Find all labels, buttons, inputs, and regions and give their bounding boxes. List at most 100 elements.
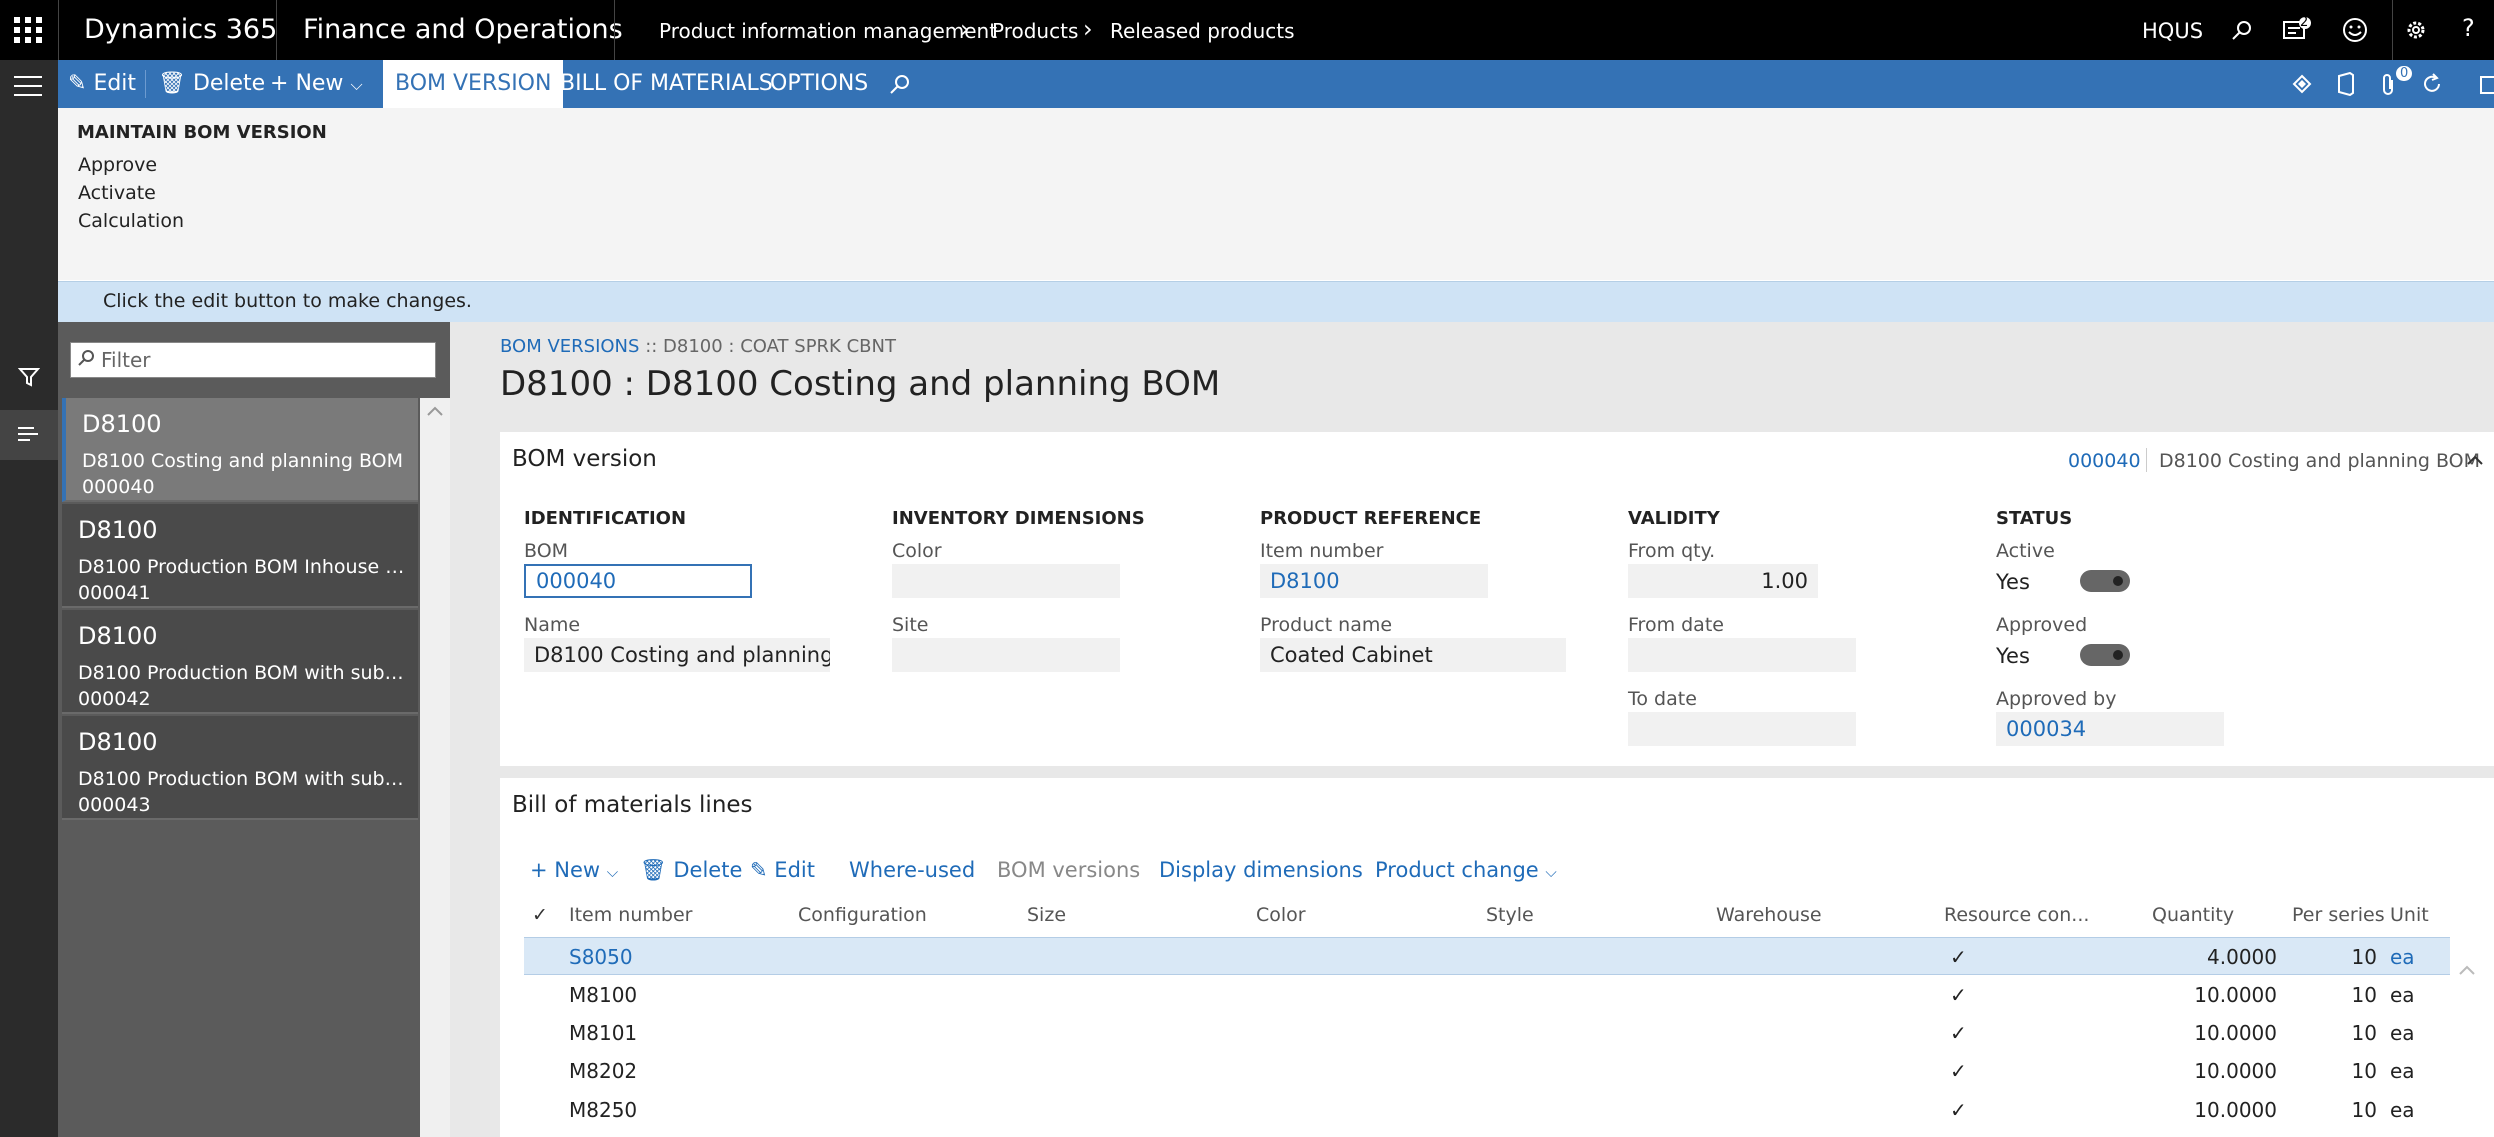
search-icon[interactable] — [888, 72, 912, 96]
to-date-field[interactable] — [1628, 712, 1856, 746]
settings-gear-icon[interactable] — [2404, 18, 2428, 42]
item-number-cell[interactable]: M8202 — [569, 1052, 637, 1090]
chevron-up-icon[interactable] — [427, 406, 443, 416]
unit-cell[interactable]: ea — [2390, 1052, 2415, 1090]
info-message: Click the edit button to make changes. — [103, 290, 472, 312]
product-name[interactable]: Dynamics 365 — [84, 14, 277, 45]
where-used-button[interactable]: Where-used — [849, 858, 975, 882]
delete-line-button[interactable]: 🗑 Delete — [640, 858, 742, 883]
breadcrumb-item[interactable]: Product information management — [659, 19, 997, 43]
approved-by-value[interactable]: 000034 — [2006, 717, 2086, 741]
select-all-checkmark-icon[interactable]: ✓ — [532, 904, 548, 926]
item-number-field[interactable]: D8100 — [1260, 564, 1488, 598]
validity-heading: VALIDITY — [1628, 508, 1720, 529]
product-change-button[interactable]: Product change ⌵ — [1375, 858, 1557, 882]
list-item[interactable]: D8100 D8100 Production BOM with subco...… — [62, 716, 418, 820]
bom-field[interactable]: 000040 — [524, 564, 752, 598]
list-scrollbar[interactable] — [420, 398, 450, 1137]
delete-button[interactable]: 🗑 Delete — [158, 60, 265, 108]
open-in-new-window-icon[interactable] — [2480, 76, 2494, 94]
collapse-chevron-icon[interactable] — [2466, 454, 2484, 466]
calculation-button[interactable]: Calculation — [78, 210, 184, 232]
item-number-cell[interactable]: S8050 — [569, 938, 633, 976]
column-header[interactable]: Resource con... — [1944, 904, 2089, 926]
hamburger-menu-icon[interactable] — [14, 76, 42, 96]
filter-input[interactable]: Filter — [70, 342, 436, 378]
filter-funnel-icon[interactable] — [18, 366, 40, 388]
column-header[interactable]: Configuration — [798, 904, 927, 926]
item-number-cell[interactable]: M8100 — [569, 976, 637, 1014]
list-view-icon[interactable] — [0, 410, 58, 460]
from-qty-field[interactable]: 1.00 — [1628, 564, 1818, 598]
site-field[interactable] — [892, 638, 1120, 672]
bom-versions-button[interactable]: BOM versions — [997, 858, 1140, 882]
activate-button[interactable]: Activate — [78, 182, 156, 204]
list-item[interactable]: D8100 D8100 Costing and planning BOM 000… — [62, 398, 418, 502]
column-header[interactable]: Size — [1027, 904, 1066, 926]
attachments-icon[interactable] — [2380, 72, 2396, 96]
column-header[interactable]: Quantity — [2152, 904, 2234, 926]
help-icon[interactable]: ? — [2462, 14, 2475, 42]
fasttab-header[interactable]: Bill of materials lines — [512, 792, 753, 818]
column-header[interactable]: Style — [1486, 904, 1534, 926]
new-label: New — [295, 71, 344, 96]
fasttab-header[interactable]: BOM version — [512, 446, 657, 472]
column-header[interactable]: Unit — [2390, 904, 2429, 926]
identification-heading: IDENTIFICATION — [524, 508, 687, 529]
company-picker[interactable]: HQUS — [2142, 19, 2203, 43]
approved-by-field[interactable]: 000034 — [1996, 712, 2224, 746]
new-button[interactable]: + New ⌵ — [270, 60, 363, 108]
edit-button[interactable]: ✎ Edit — [68, 60, 136, 108]
tab-label: BILL OF MATERIALS — [560, 71, 773, 96]
tab-bill-of-materials[interactable]: BILL OF MATERIALS — [560, 60, 773, 108]
refresh-icon[interactable] — [2420, 72, 2444, 96]
list-item[interactable]: D8100 D8100 Production BOM Inhouse co...… — [62, 504, 418, 608]
search-icon[interactable] — [2230, 18, 2254, 42]
column-header[interactable]: Color — [1256, 904, 1306, 926]
item-number-cell[interactable]: M8101 — [569, 1014, 637, 1052]
list-item-id: 000043 — [78, 794, 151, 816]
list-item[interactable]: D8100 D8100 Production BOM with subco...… — [62, 610, 418, 714]
color-field[interactable] — [892, 564, 1120, 598]
table-row[interactable]: M8250 ✓ 10.0000 10 ea — [524, 1091, 2450, 1129]
item-number-value[interactable]: D8100 — [1270, 569, 1340, 593]
tab-bom-version[interactable]: BOM VERSION — [383, 60, 564, 108]
office-icon[interactable] — [2336, 72, 2356, 96]
table-row[interactable]: S8050 ✓ 4.0000 10 ea — [524, 937, 2450, 975]
display-dimensions-button[interactable]: Display dimensions — [1159, 858, 1363, 882]
breadcrumb-item[interactable]: Products — [992, 19, 1078, 43]
bom-label: BOM — [524, 540, 569, 562]
item-number-cell[interactable]: M8250 — [569, 1091, 637, 1129]
record-breadcrumb: BOM VERSIONS :: D8100 : COAT SPRK CBNT — [500, 336, 896, 357]
product-name-field[interactable]: Coated Cabinet — [1260, 638, 1566, 672]
column-header[interactable]: Warehouse — [1716, 904, 1822, 926]
app-launcher-icon[interactable] — [14, 17, 42, 43]
active-toggle[interactable] — [2080, 570, 2130, 592]
grid-scroll-up-icon[interactable] — [2458, 964, 2476, 976]
bom-versions-link[interactable]: BOM VERSIONS — [500, 336, 639, 357]
tab-options[interactable]: OPTIONS — [770, 60, 868, 108]
column-header[interactable]: Item number — [569, 904, 692, 926]
module-name[interactable]: Finance and Operations — [303, 14, 623, 45]
from-date-field[interactable] — [1628, 638, 1856, 672]
breadcrumb-item[interactable]: Released products — [1110, 19, 1295, 43]
column-header[interactable]: Per series — [2292, 904, 2385, 926]
approved-toggle[interactable] — [2080, 644, 2130, 666]
new-line-button[interactable]: + New ⌵ — [530, 858, 618, 882]
inventory-dimensions-heading: INVENTORY DIMENSIONS — [892, 508, 1145, 529]
edit-line-button[interactable]: ✎ Edit — [750, 858, 815, 882]
attachment-count: 0 — [2396, 66, 2413, 81]
unit-cell[interactable]: ea — [2390, 976, 2415, 1014]
list-item-description: D8100 Production BOM Inhouse co... — [78, 556, 408, 578]
approve-button[interactable]: Approve — [78, 154, 157, 176]
table-row[interactable]: M8100 ✓ 10.0000 10 ea — [524, 976, 2450, 1014]
table-row[interactable]: M8202 ✓ 10.0000 10 ea — [524, 1052, 2450, 1090]
table-row[interactable]: M8101 ✓ 10.0000 10 ea — [524, 1014, 2450, 1052]
unit-cell[interactable]: ea — [2390, 1091, 2415, 1129]
unit-cell[interactable]: ea — [2390, 1014, 2415, 1052]
unit-cell[interactable]: ea — [2390, 938, 2415, 976]
power-apps-icon[interactable] — [2292, 74, 2312, 94]
name-field[interactable]: D8100 Costing and planning ... — [524, 638, 830, 672]
tab-label: BOM VERSION — [395, 71, 552, 96]
feedback-smiley-icon[interactable] — [2342, 17, 2368, 43]
